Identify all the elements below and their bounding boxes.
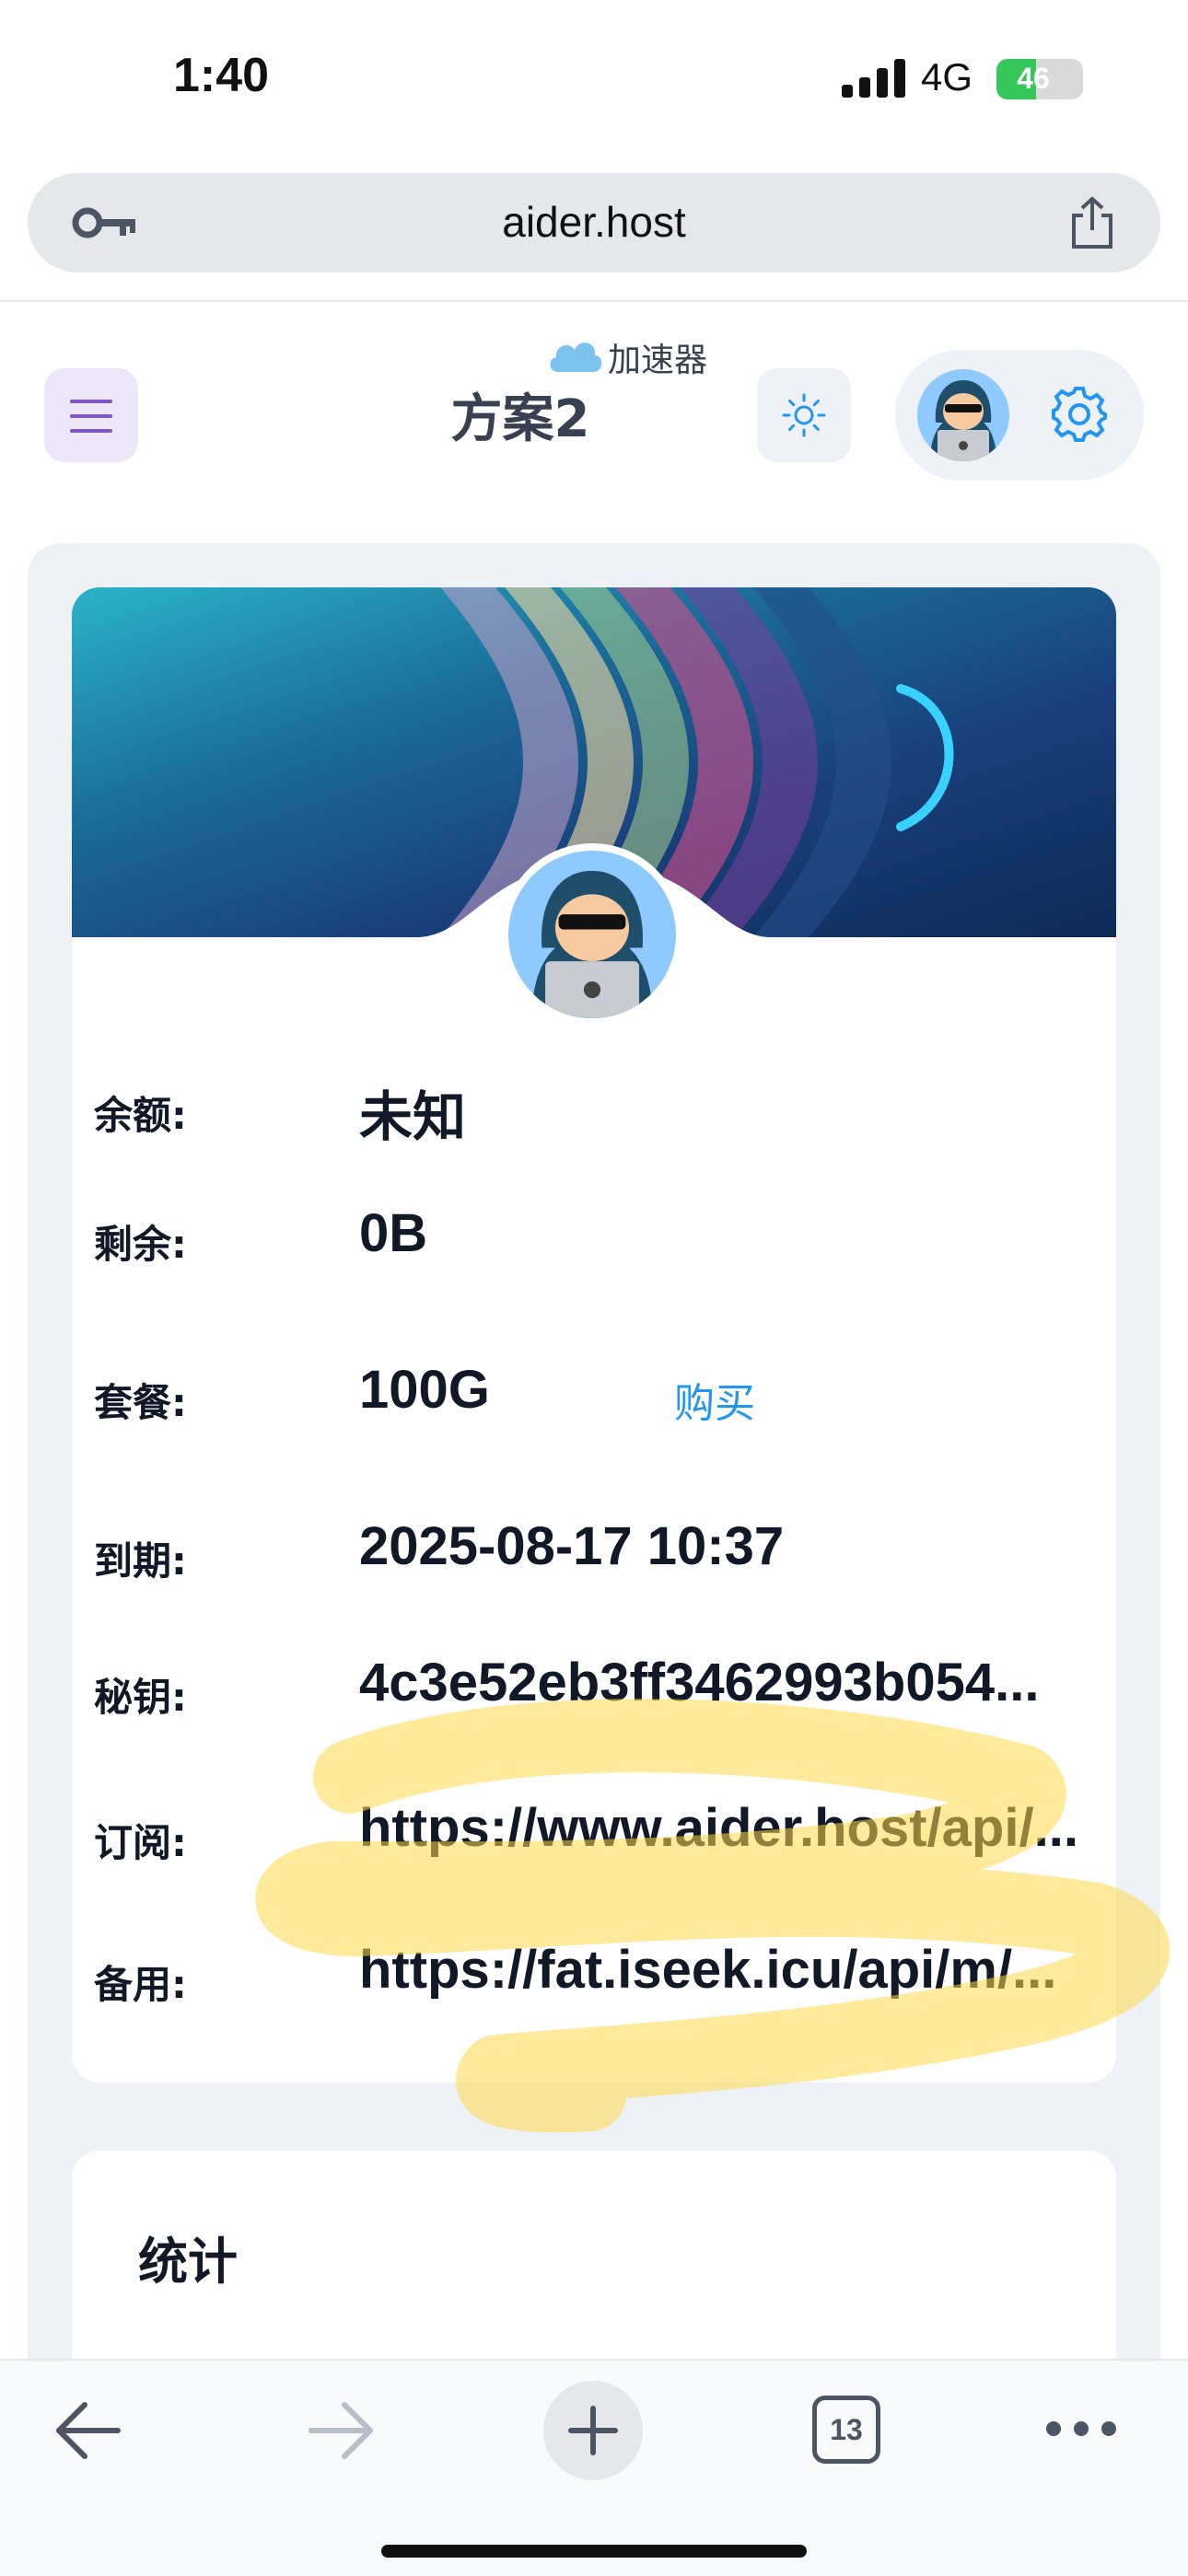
plan-value: 100G <box>359 1360 490 1420</box>
backup-url[interactable]: https://fat.iseek.icu/api/m/... <box>359 1939 1056 2001</box>
buy-link[interactable]: 购买 <box>674 1370 755 1429</box>
tab-count: 13 <box>830 2413 863 2446</box>
profile-card: 余额: 未知 剩余: 0B 套餐: 100G 购买 到期: 2025-08-17… <box>72 587 1116 2083</box>
plus-icon <box>568 2406 618 2455</box>
new-tab-button[interactable] <box>543 2381 643 2480</box>
more-icon[interactable] <box>1044 2418 1118 2440</box>
status-time: 1:40 <box>173 49 270 102</box>
subscription-url[interactable]: https://www.aider.host/api/... <box>359 1797 1078 1859</box>
hacker-avatar-icon <box>930 380 996 461</box>
cloud-icon <box>550 342 602 372</box>
user-menu[interactable] <box>895 350 1144 481</box>
brand-label: 加速器 <box>608 342 708 379</box>
page-title: 方案2 <box>450 389 590 449</box>
battery-level: 46 <box>1017 62 1050 95</box>
secret-key-value[interactable]: 4c3e52eb3ff3462993b054... <box>359 1652 1039 1713</box>
remaining-label: 剩余: <box>94 1222 187 1267</box>
divider <box>0 300 1188 302</box>
subscription-label: 订阅: <box>94 1820 187 1865</box>
forward-arrow-icon[interactable] <box>304 2397 378 2464</box>
balance-label: 余额: <box>94 1093 187 1138</box>
balance-value: 未知 <box>359 1087 467 1147</box>
menu-button[interactable] <box>44 368 138 462</box>
network-type: 4G <box>921 55 973 99</box>
home-indicator <box>381 2545 807 2558</box>
sun-icon <box>782 393 826 437</box>
theme-toggle-button[interactable] <box>757 368 851 462</box>
gear-icon[interactable] <box>1050 385 1109 444</box>
address-bar[interactable]: aider.host <box>28 173 1160 273</box>
expiry-value: 2025-08-17 10:37 <box>359 1516 785 1576</box>
share-icon[interactable] <box>1066 195 1118 250</box>
cellular-signal-icon <box>842 59 905 98</box>
hacker-avatar-icon <box>531 870 653 1018</box>
expiry-label: 到期: <box>94 1538 187 1584</box>
profile-avatar[interactable] <box>501 843 683 1026</box>
back-arrow-icon[interactable] <box>52 2397 125 2464</box>
backup-label: 备用: <box>94 1962 187 2007</box>
hamburger-icon <box>70 400 112 433</box>
plan-label: 套餐: <box>94 1380 187 1425</box>
url-text[interactable]: aider.host <box>28 197 1160 247</box>
avatar[interactable] <box>917 369 1009 461</box>
browser-toolbar: 13 <box>0 2359 1188 2576</box>
secret-key-label: 秘钥: <box>94 1675 187 1720</box>
remaining-value: 0B <box>359 1203 428 1263</box>
battery-icon: 46 <box>996 59 1083 99</box>
stats-title: 统计 <box>138 2233 238 2291</box>
tabs-button[interactable]: 13 <box>812 2396 880 2464</box>
